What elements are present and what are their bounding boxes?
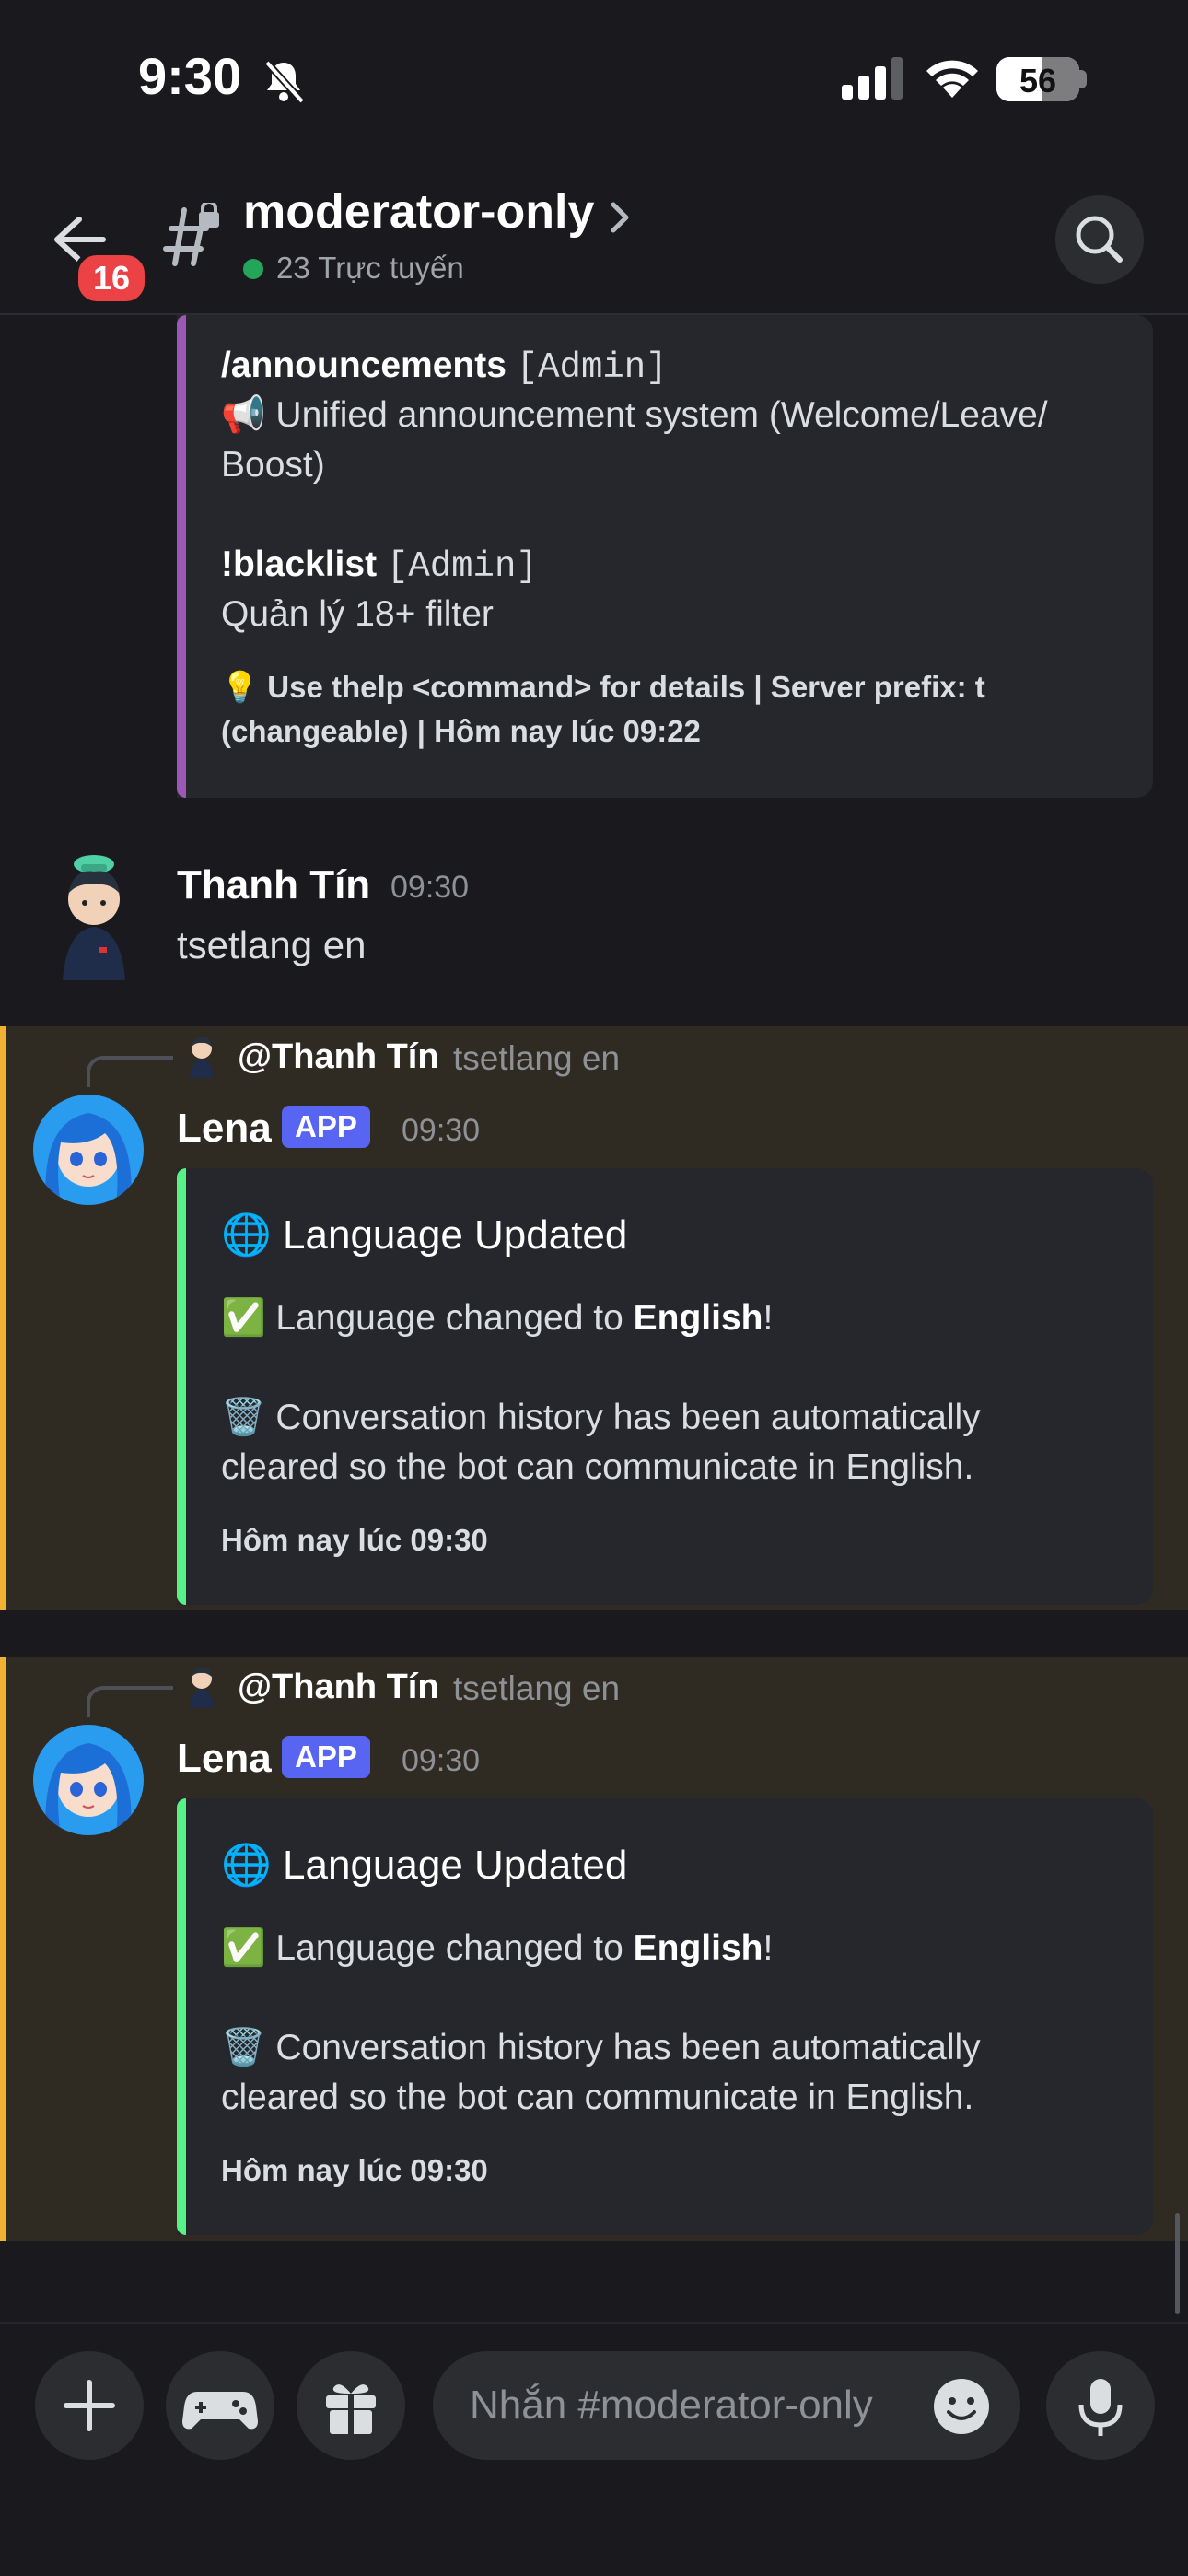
gamepad-icon [182, 2392, 258, 2430]
command-description: 📢 Unified announcement system (Welcome/L… [221, 391, 1142, 490]
command-announcements-line: /announcements [Admin] [221, 341, 1142, 392]
app-tag: APP [282, 1736, 370, 1778]
globe-icon: 🌐 [221, 1212, 272, 1258]
embed-line-suffix: ! [763, 1298, 774, 1338]
message-timestamp: 09:30 [402, 1743, 481, 1778]
mention-bar [0, 1657, 6, 2241]
message-author[interactable]: Lena [177, 1736, 272, 1782]
locked-channel-icon [163, 203, 219, 266]
status-time: 9:30 [138, 47, 242, 105]
embed-title: 🌐 Language Updated [221, 1841, 627, 1889]
gift-button[interactable] [297, 2351, 405, 2460]
embed-line-history: 🗑️ Conversation history has been automat… [221, 2023, 1142, 2123]
trash-icon: 🗑️ [221, 1398, 266, 1437]
embed-line-language: ✅ Language changed to English! [221, 1924, 773, 1973]
embed-footer: 💡 Use thelp <command> for details | Serv… [221, 665, 1142, 754]
embed-accent-bar [177, 315, 186, 798]
message-timestamp: 09:30 [390, 870, 470, 905]
embed-line-text: Language changed to [275, 1928, 634, 1968]
embed-line-suffix: ! [763, 1928, 774, 1968]
message-input-placeholder: Nhắn #moderator-only [470, 2383, 873, 2428]
embed-footer-text-2: (changeable) | Hôm nay lúc 09:22 [221, 714, 701, 748]
command-tag: [Admin] [386, 546, 538, 587]
message-content: tsetlang en [177, 923, 367, 966]
avatar[interactable] [33, 1725, 144, 1835]
bell-slash-icon [264, 60, 305, 104]
emoji-icon[interactable] [932, 2377, 991, 2436]
unread-badge: 16 [74, 251, 149, 306]
battery-level: 56 [1019, 62, 1057, 100]
reply-preview[interactable]: tsetlang en [453, 1669, 620, 1708]
reply-author[interactable]: @Thanh Tín [238, 1668, 439, 1707]
reply-preview[interactable]: tsetlang en [453, 1039, 620, 1078]
search-icon [1076, 216, 1123, 263]
command-tag: [Admin] [516, 347, 668, 388]
battery-indicator: 56 [996, 57, 1079, 101]
message-timestamp: 09:30 [402, 1113, 481, 1148]
check-icon: ✅ [221, 1928, 266, 1968]
microphone-icon [1078, 2379, 1123, 2436]
embed-line-language: ✅ Language changed to English! [221, 1294, 773, 1343]
message-input[interactable]: Nhắn #moderator-only [433, 2351, 1020, 2460]
embed-footer: Hôm nay lúc 09:30 [221, 2153, 488, 2187]
command-name: /announcements [221, 345, 507, 385]
command-blacklist-line: !blacklist [Admin] [221, 540, 1142, 591]
wifi-icon [926, 60, 978, 98]
voice-message-button[interactable] [1046, 2351, 1155, 2460]
reply-avatar [182, 1664, 221, 1708]
command-description: Quản lý 18+ filter [221, 594, 494, 634]
check-icon: ✅ [221, 1298, 266, 1338]
embed-line-text-2: cleared so the bot can communicate in En… [221, 2078, 974, 2117]
reply-avatar [182, 1034, 221, 1078]
online-status-dot [243, 259, 263, 279]
avatar[interactable] [33, 1095, 144, 1205]
online-count: 23 Trực tuyến [276, 251, 464, 285]
signal-icon [842, 57, 903, 100]
activities-button[interactable] [166, 2351, 274, 2460]
command-description-text-2: Boost) [221, 445, 325, 485]
reply-connector [87, 1686, 173, 1717]
embed-title: 🌐 Language Updated [221, 1211, 627, 1259]
embed-line-text: Conversation history has been automatica… [275, 2028, 981, 2067]
reply-author[interactable]: @Thanh Tín [238, 1037, 439, 1077]
plus-icon [64, 2380, 115, 2431]
chevron-right-icon[interactable] [606, 199, 634, 236]
user-avatar-image [63, 855, 125, 980]
embed-line-text-2: cleared so the bot can communicate in En… [221, 1447, 974, 1487]
bot-avatar-image [33, 1725, 144, 1835]
search-button[interactable] [1055, 195, 1144, 284]
reply-avatar-image [190, 1036, 214, 1078]
embed-title-text: Language Updated [283, 1212, 628, 1258]
gift-icon [326, 2384, 376, 2434]
embed-line-history: 🗑️ Conversation history has been automat… [221, 1393, 1142, 1493]
language-name: English [633, 1298, 763, 1338]
globe-icon: 🌐 [221, 1843, 272, 1888]
command-description-text: Unified announcement system (Welcome/Lea… [275, 395, 1048, 435]
embed-accent-bar [177, 1168, 186, 1605]
command-name: !blacklist [221, 544, 378, 584]
embed-footer-text: Use thelp <command> for details | Server… [267, 670, 985, 704]
composer-divider [0, 2322, 1188, 2324]
avatar[interactable] [37, 851, 151, 980]
channel-title[interactable]: moderator-only [243, 184, 594, 240]
mention-bar [0, 1026, 6, 1610]
language-name: English [633, 1928, 763, 1968]
embed-title-text: Language Updated [283, 1843, 628, 1888]
add-attachment-button[interactable] [35, 2351, 144, 2460]
embed-line-text: Conversation history has been automatica… [275, 1398, 981, 1437]
embed-accent-bar [177, 1798, 186, 2235]
lightbulb-icon: 💡 [221, 670, 260, 704]
reply-avatar-image [190, 1667, 214, 1708]
megaphone-icon: 📢 [221, 395, 266, 435]
bot-avatar-image [33, 1095, 144, 1205]
message-author[interactable]: Lena [177, 1106, 272, 1152]
embed-footer: Hôm nay lúc 09:30 [221, 1523, 488, 1557]
battery-cap [1079, 70, 1087, 88]
scrollbar-thumb[interactable] [1175, 2213, 1180, 2314]
trash-icon: 🗑️ [221, 2028, 266, 2067]
embed-line-text: Language changed to [275, 1298, 634, 1338]
app-tag: APP [282, 1106, 370, 1148]
reply-connector [87, 1056, 173, 1087]
message-author[interactable]: Thanh Tín [177, 862, 370, 908]
